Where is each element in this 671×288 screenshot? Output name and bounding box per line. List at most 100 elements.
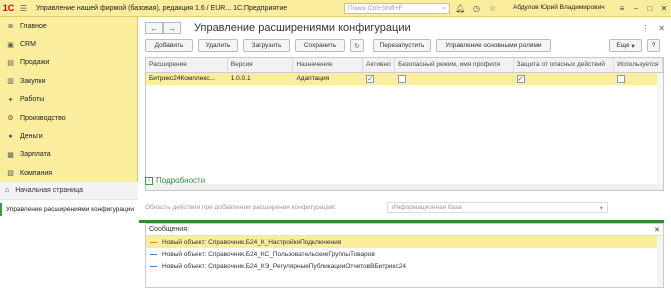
sidebar-item-works[interactable]: ✦ Работы: [0, 91, 137, 109]
home-icon: ⌂: [5, 187, 10, 194]
sidebar-item-label: Зарплата: [20, 151, 51, 159]
column-header[interactable]: Активно: [363, 58, 396, 72]
message-marker-icon: [150, 266, 157, 268]
forward-button[interactable]: →: [163, 22, 181, 34]
more-label: Еще: [616, 42, 630, 49]
purpose-cell: Адаптация: [296, 75, 330, 82]
sidebar-item-label: Закупки: [20, 77, 46, 85]
save-button[interactable]: Сохранить: [295, 39, 345, 52]
details-label: Подробности: [156, 176, 206, 185]
minimize-icon[interactable]: –: [629, 0, 643, 17]
add-button[interactable]: Добавить: [145, 39, 193, 52]
sidebar-item-label: Работы: [20, 96, 45, 104]
extensions-table[interactable]: Расширение Версия Назначение Активно Без…: [145, 57, 664, 191]
sidebar-item-sales[interactable]: ▤ Продажи: [0, 54, 137, 72]
tools-icon: ✦: [7, 96, 14, 104]
menu-icon[interactable]: ☰: [17, 2, 30, 15]
scope-label: Область действия при добавлении расширен…: [145, 204, 337, 211]
page-title: Управление расширениями конфигурации: [194, 22, 411, 34]
close-form-icon[interactable]: ✕: [658, 24, 665, 33]
version-cell: 1.0.0.1: [230, 75, 251, 82]
sidebar-item-salary[interactable]: ▦ Зарплата: [0, 146, 137, 164]
form-area: ← → Управление расширениями конфигурации…: [139, 17, 671, 288]
extension-name-cell: Битрикс24Комплекс...: [149, 75, 215, 82]
home-page-link[interactable]: ⌂ Начальная страница: [0, 182, 138, 200]
scope-select[interactable]: Информационная база ▾: [387, 202, 608, 213]
column-header[interactable]: Назначение: [293, 58, 364, 72]
search-placeholder: Поиск Ctrl+Shift+F: [348, 5, 403, 12]
history-icon[interactable]: ◷: [470, 2, 483, 15]
message-item[interactable]: Новый объект: Справочник.Б24_КС_Пользова…: [146, 248, 663, 260]
horizontal-scrollbar[interactable]: [146, 184, 663, 190]
window-title: Управление нашей фирмой (базовая), редак…: [36, 4, 288, 12]
search-input[interactable]: Поиск Ctrl+Shift+F ⌕: [344, 3, 450, 14]
title-bar: 1C ☰ Управление нашей фирмой (базовая), …: [0, 0, 671, 17]
table-header: Расширение Версия Назначение Активно Без…: [146, 58, 663, 73]
message-text: Новый объект: Справочник.Б24_КС_Пользова…: [162, 250, 375, 258]
messages-panel: Сообщения: ✕ Новый объект: Справочник.Б2…: [145, 223, 664, 288]
company-icon: ▧: [7, 170, 14, 178]
open-windows-panel: ⌂ Начальная страница Управление расширен…: [0, 182, 138, 288]
delete-button[interactable]: Удалить: [198, 39, 238, 52]
message-marker-icon: [150, 241, 157, 243]
salary-icon: ▦: [7, 151, 14, 159]
star-icon[interactable]: ☆: [486, 2, 499, 15]
message-item[interactable]: Новый объект: Справочник.Б24_К_Настройки…: [146, 236, 663, 249]
details-toggle[interactable]: › Подробности: [145, 176, 205, 185]
settings-icon[interactable]: ≡: [615, 0, 629, 17]
sidebar-item-label: Продажи: [20, 59, 50, 67]
sidebar-item-crm[interactable]: ▣ CRM: [0, 35, 137, 53]
message-text: Новый объект: Справочник.Б24_К_Настройки…: [162, 238, 342, 246]
message-item[interactable]: Новый объект: Справочник.Б24_КЭ_Регулярн…: [146, 261, 663, 273]
search-icon: ⌕: [442, 4, 446, 12]
load-button[interactable]: Загрузить: [243, 39, 290, 52]
back-button[interactable]: ←: [145, 22, 163, 34]
open-form-link[interactable]: Управление расширениями конфигурации: [0, 203, 138, 216]
used-checkbox[interactable]: [617, 75, 626, 83]
user-name[interactable]: Абдулов Юрий Владимирович: [513, 4, 605, 11]
column-header[interactable]: Расширение: [146, 58, 228, 72]
active-checkbox[interactable]: ✓: [366, 75, 375, 83]
column-header[interactable]: Используется: [614, 58, 663, 72]
column-header[interactable]: Безопасный режим, имя профиля: [395, 58, 514, 72]
manage-roles-button[interactable]: Управление основными ролями: [436, 39, 551, 52]
bell-icon[interactable]: 🔔︎: [454, 2, 467, 15]
messages-scrollbar[interactable]: [657, 236, 663, 287]
home-page-label: Начальная страница: [15, 187, 83, 194]
message-marker-icon: [150, 253, 157, 255]
restart-button[interactable]: Перезапустить: [373, 39, 431, 52]
close-messages-icon[interactable]: ✕: [654, 226, 660, 234]
close-icon[interactable]: ✕: [657, 0, 671, 17]
sidebar-item-purchases[interactable]: ▥ Закупки: [0, 72, 137, 90]
sidebar-item-company[interactable]: ▧ Компания: [0, 164, 137, 182]
sidebar: ≣ Главное ▣ CRM ▤ Продажи ▥ Закупки ✦ Работы …: [0, 17, 138, 288]
maximize-icon[interactable]: □: [643, 0, 657, 17]
sidebar-item-label: Производство: [20, 114, 66, 122]
money-icon: ●: [8, 133, 13, 141]
app-logo: 1C: [2, 3, 15, 13]
refresh-button[interactable]: ↻: [350, 39, 364, 52]
table-row[interactable]: Битрикс24Комплекс... 1.0.0.1 Адаптация ✓…: [146, 73, 663, 85]
more-button[interactable]: Еще ▾: [609, 39, 642, 52]
column-header[interactable]: Защита от опасных действий: [514, 58, 615, 72]
messages-title: Сообщения:: [149, 226, 189, 233]
sidebar-item-production[interactable]: ⚙ Производство: [0, 109, 137, 127]
safe-mode-checkbox[interactable]: [398, 75, 407, 83]
factory-icon: ⚙: [7, 115, 14, 123]
help-button[interactable]: ?: [647, 39, 660, 52]
more-icon[interactable]: ⋮: [641, 24, 649, 33]
column-header[interactable]: Версия: [228, 58, 294, 72]
sidebar-item-label: Главное: [20, 22, 47, 30]
message-text: Новый объект: Справочник.Б24_КЭ_Регулярн…: [162, 263, 406, 271]
protection-checkbox[interactable]: ✓: [516, 75, 525, 83]
cart-icon: ▥: [7, 78, 14, 86]
crm-icon: ▣: [7, 41, 14, 49]
vertical-scrollbar[interactable]: [657, 73, 663, 185]
sidebar-item-label: Компания: [20, 169, 53, 177]
sidebar-item-main[interactable]: ≣ Главное: [0, 17, 137, 35]
scope-value: Информационная база: [392, 204, 462, 211]
expand-icon: ›: [145, 176, 153, 185]
sales-icon: ▤: [7, 59, 14, 67]
sidebar-item-money[interactable]: ● Деньги: [0, 127, 137, 145]
list-icon: ≣: [7, 23, 14, 31]
